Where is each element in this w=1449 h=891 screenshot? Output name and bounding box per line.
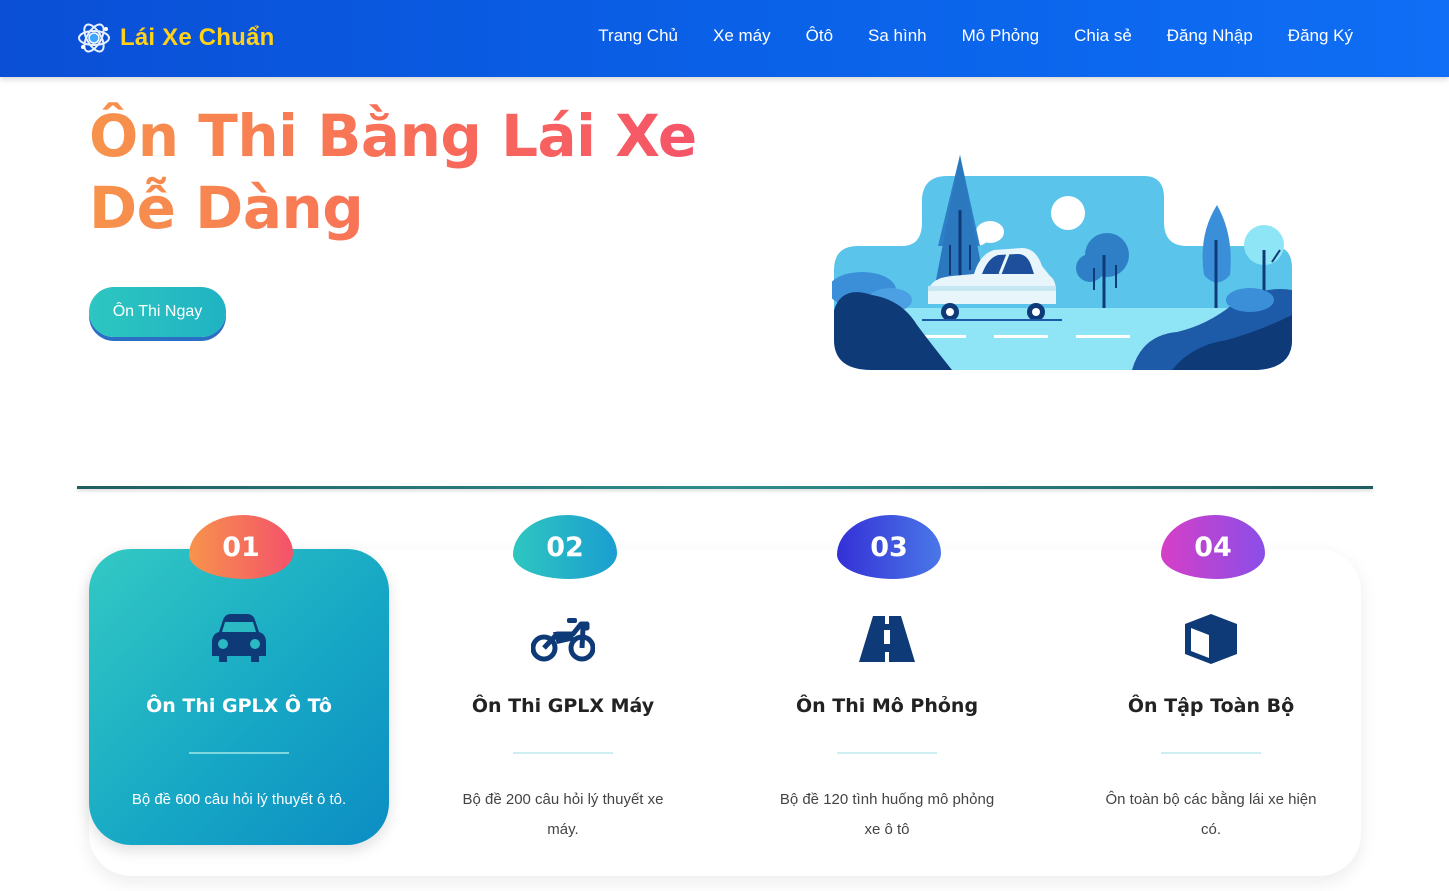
nav-item-xe-may[interactable]: Xe máy — [713, 26, 771, 46]
feature-divider — [837, 752, 937, 754]
nav-item-dang-ky[interactable]: Đăng Ký — [1288, 26, 1353, 46]
nav-item-chia-se[interactable]: Chia sẻ — [1074, 26, 1132, 46]
feature-title: Ôn Thi GPLX Ô Tô — [146, 695, 332, 717]
car-icon — [89, 611, 389, 667]
feature-description: Bộ đề 600 câu hỏi lý thuyết ô tô. — [131, 791, 347, 808]
feature-title: Ôn Thi GPLX Máy — [471, 695, 655, 717]
brand-name: Lái Xe Chuẩn — [120, 24, 275, 51]
box-icon — [1061, 611, 1361, 667]
feature-description: Bộ đề 200 câu hỏi lý thuyết xe máy. — [462, 791, 664, 838]
feature-card-review-all[interactable]: 04 Ôn Tập Toàn Bộ Ôn toàn bộ các bằng lá… — [1061, 515, 1361, 845]
feature-card-motorbike[interactable]: 02 Ôn Thi GPLX Máy Bộ đề 200 câu hỏi lý … — [413, 515, 713, 845]
feature-divider — [513, 752, 613, 754]
feature-card-simulation[interactable]: 03 Ôn Thi Mô Phỏng Bộ đề 120 tình huống … — [737, 515, 1037, 845]
feature-description: Bộ đề 120 tình huống mô phỏng xe ô tô — [779, 791, 995, 838]
feature-divider — [189, 752, 289, 754]
start-practice-button[interactable]: Ôn Thi Ngay — [89, 287, 226, 337]
navbar: Lái Xe Chuẩn Trang Chủ Xe máy Ôtô Sa hìn… — [0, 0, 1449, 77]
motorcycle-icon — [413, 611, 713, 667]
feature-number-badge: 04 — [1154, 515, 1265, 585]
nav-item-oto[interactable]: Ôtô — [806, 26, 833, 46]
atom-logo-icon — [78, 23, 110, 53]
feature-description: Ôn toàn bộ các bằng lái xe hiện có. — [1105, 791, 1317, 838]
hero-title: Ôn Thi Bằng Lái Xe Dễ Dàng — [89, 100, 729, 244]
feature-number-badge: 01 — [182, 515, 293, 585]
feature-number-badge: 02 — [506, 515, 617, 585]
hero-title-line2: Dễ Dàng — [89, 174, 364, 242]
road-icon — [737, 611, 1037, 667]
nav-item-trang-chu[interactable]: Trang Chủ — [598, 26, 678, 46]
nav-item-dang-nhap[interactable]: Đăng Nhập — [1167, 26, 1253, 46]
feature-title: Ôn Tập Toàn Bộ — [1127, 695, 1295, 717]
feature-card-car[interactable]: 01 Ôn Thi GPLX Ô Tô Bộ đề 600 câu hỏi lý… — [89, 515, 389, 845]
section-divider — [77, 486, 1373, 489]
main-nav: Trang Chủ Xe máy Ôtô Sa hình Mô Phỏng Ch… — [598, 26, 1353, 46]
nav-item-mo-phong[interactable]: Mô Phỏng — [962, 26, 1040, 46]
feature-divider — [1161, 752, 1261, 754]
car-landscape-illustration — [832, 155, 1292, 370]
hero-title-line1: Ôn Thi Bằng Lái Xe — [89, 102, 697, 170]
feature-number-badge: 03 — [830, 515, 941, 585]
feature-title: Ôn Thi Mô Phỏng — [795, 695, 979, 717]
nav-item-sa-hinh[interactable]: Sa hình — [868, 26, 927, 46]
brand-logo-link[interactable]: Lái Xe Chuẩn — [76, 18, 274, 58]
